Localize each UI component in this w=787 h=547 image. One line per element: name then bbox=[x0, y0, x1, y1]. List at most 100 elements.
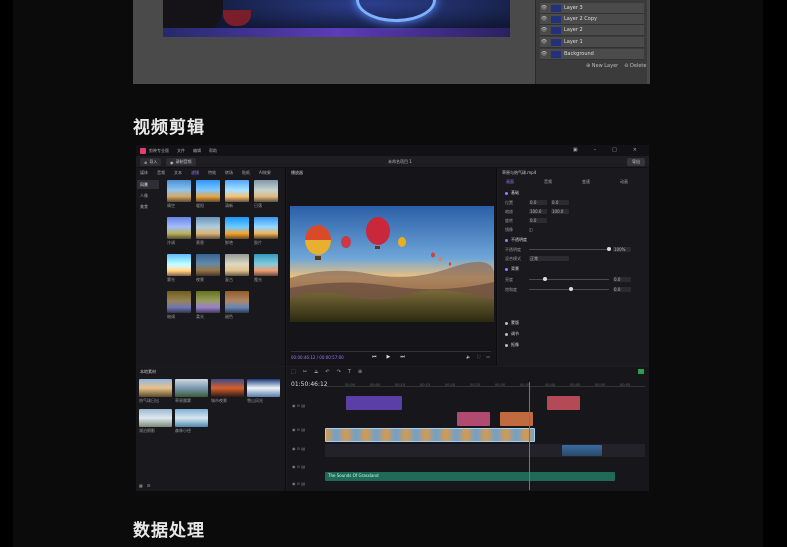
menu-edit[interactable]: 编辑 bbox=[193, 148, 201, 154]
track-controls[interactable]: ◉ ⊙ ▤ bbox=[292, 427, 305, 432]
select-icon[interactable]: ⬚ bbox=[291, 369, 296, 375]
library-item[interactable]: 森林小径 bbox=[175, 409, 208, 434]
new-layer-button[interactable]: ⊕ New Layer bbox=[586, 63, 618, 69]
saturation-value[interactable]: 0.0 bbox=[613, 287, 631, 292]
layer-row[interactable]: 👁 Layer 2 Copy bbox=[540, 14, 644, 25]
brightness-value[interactable]: 0.0 bbox=[613, 277, 631, 282]
library-item[interactable]: 雪山风光 bbox=[247, 379, 280, 404]
filter-item[interactable]: 冷调 bbox=[167, 217, 191, 246]
player-scrubber[interactable] bbox=[291, 351, 491, 352]
mirror-icon[interactable]: ◫ bbox=[529, 227, 533, 232]
tab-text[interactable]: 文本 bbox=[174, 170, 182, 176]
prop-y-field[interactable]: 0.0 bbox=[551, 200, 569, 205]
filter-item[interactable]: 霞光 bbox=[254, 254, 278, 283]
eye-icon[interactable]: 👁 bbox=[540, 51, 548, 57]
filter-item[interactable]: 胶片 bbox=[254, 217, 278, 246]
library-item[interactable]: 湖泊倒影 bbox=[139, 409, 172, 434]
fullscreen-icon[interactable]: ⛶ bbox=[477, 354, 480, 359]
filter-item[interactable]: 褪色 bbox=[225, 291, 249, 320]
prev-frame-icon[interactable]: ⏮ bbox=[372, 354, 377, 360]
tab-media[interactable]: 媒体 bbox=[140, 170, 148, 176]
eye-icon[interactable]: 👁 bbox=[540, 5, 548, 11]
layout-icon[interactable]: ▣ bbox=[573, 147, 578, 153]
track-controls[interactable]: ◉ ⊙ ▤ bbox=[292, 446, 305, 451]
library-item[interactable]: 城市夜景 bbox=[211, 379, 244, 404]
import-button[interactable]: ⊕ 导入 bbox=[140, 158, 162, 166]
menu-file[interactable]: 文件 bbox=[177, 148, 185, 154]
grid-view-icon[interactable]: ▦ bbox=[139, 483, 143, 488]
category-item[interactable]: 人像 bbox=[137, 191, 159, 200]
track-controls[interactable]: ◉ ⊙ ▤ bbox=[292, 464, 305, 469]
slider-knob[interactable] bbox=[543, 277, 547, 281]
tab-ai-effects[interactable]: AI效果 bbox=[259, 170, 271, 176]
library-item[interactable]: 热气球日出 bbox=[139, 379, 172, 404]
volume-icon[interactable]: 🔈 bbox=[466, 354, 471, 359]
tab-picture[interactable]: 画面 bbox=[506, 179, 514, 185]
section-mask[interactable]: 蒙版 bbox=[505, 320, 519, 326]
playhead[interactable] bbox=[529, 382, 530, 490]
filter-item[interactable]: 暗调 bbox=[167, 291, 191, 320]
filter-item[interactable]: 日落 bbox=[254, 180, 278, 209]
prop-y-field[interactable]: 100.0 bbox=[551, 209, 569, 214]
category-item[interactable]: 风景 bbox=[137, 180, 159, 189]
filter-item[interactable]: 晴空 bbox=[167, 180, 191, 209]
tab-transitions[interactable]: 转场 bbox=[225, 170, 233, 176]
track-controls[interactable]: ◉ ⊙ ▤ bbox=[292, 481, 305, 486]
category-item[interactable]: 美食 bbox=[137, 202, 159, 211]
video-clip-main[interactable] bbox=[325, 428, 535, 442]
record-audio-button[interactable]: ◉ 录制音频 bbox=[166, 158, 196, 166]
tab-audio-props[interactable]: 音频 bbox=[544, 179, 552, 185]
filter-item[interactable]: 雾光 bbox=[167, 254, 191, 283]
split-icon[interactable]: ✂ bbox=[303, 369, 307, 375]
close-icon[interactable]: × bbox=[633, 147, 637, 153]
timeline-ruler[interactable]: 00:00 00:05 00:10 00:15 00:20 00:25 00:3… bbox=[325, 383, 645, 387]
undo-icon[interactable]: ↶ bbox=[325, 369, 329, 375]
filter-item[interactable]: 黄昏 bbox=[196, 217, 220, 246]
section-background[interactable]: 背景 bbox=[505, 266, 519, 272]
sticker-clip[interactable] bbox=[547, 396, 580, 410]
layer-row[interactable]: 👁 Background bbox=[540, 49, 644, 60]
menu-help[interactable]: 帮助 bbox=[209, 148, 217, 154]
tab-stickers[interactable]: 贴纸 bbox=[242, 170, 250, 176]
tab-animation[interactable]: 动画 bbox=[620, 179, 628, 185]
audio-clip[interactable]: The Sounds Of Grassland bbox=[325, 472, 615, 481]
filter-item[interactable]: 夜景 bbox=[196, 254, 220, 283]
redo-icon[interactable]: ↷ bbox=[337, 369, 341, 375]
eye-icon[interactable]: 👁 bbox=[540, 39, 548, 45]
delete-layer-button[interactable]: ⊖ Delete bbox=[624, 63, 646, 69]
magnet-icon[interactable]: ⟁ bbox=[314, 369, 318, 375]
saturation-slider[interactable] bbox=[529, 287, 609, 291]
prop-x-field[interactable]: 0.0 bbox=[529, 200, 547, 205]
effect-clip[interactable] bbox=[457, 412, 490, 426]
filter-item[interactable]: 鲜艳 bbox=[225, 217, 249, 246]
next-frame-icon[interactable]: ⏭ bbox=[400, 354, 405, 360]
section-adjust[interactable]: 调节 bbox=[505, 331, 519, 337]
section-keying[interactable]: 抠像 bbox=[505, 342, 519, 348]
layer-row[interactable]: 👁 Layer 2 bbox=[540, 25, 644, 36]
filter-item[interactable]: 暖阳 bbox=[196, 180, 220, 209]
ratio-icon[interactable]: ▭ bbox=[486, 354, 490, 359]
library-item[interactable]: 草原晨雾 bbox=[175, 379, 208, 404]
track-controls[interactable]: ◉ ⊙ ▤ bbox=[292, 403, 305, 408]
opacity-slider[interactable] bbox=[529, 247, 611, 251]
export-button[interactable]: 导出 bbox=[627, 158, 645, 166]
eye-icon[interactable]: 👁 bbox=[540, 27, 548, 33]
list-view-icon[interactable]: ☰ bbox=[147, 483, 151, 488]
tab-filters[interactable]: 滤镜 bbox=[191, 170, 199, 176]
eye-icon[interactable]: 👁 bbox=[540, 16, 548, 22]
filter-item[interactable]: 清新 bbox=[225, 180, 249, 209]
opacity-value[interactable]: 100% bbox=[613, 247, 631, 252]
filter-item[interactable]: 复古 bbox=[225, 254, 249, 283]
tab-speed[interactable]: 变速 bbox=[582, 179, 590, 185]
text-icon[interactable]: T bbox=[348, 369, 351, 375]
layer-row[interactable]: 👁 Layer 1 bbox=[540, 37, 644, 48]
section-opacity[interactable]: 不透明度 bbox=[505, 237, 527, 243]
tab-audio[interactable]: 音频 bbox=[157, 170, 165, 176]
video-clip-secondary[interactable] bbox=[562, 445, 602, 456]
maximize-icon[interactable]: □ bbox=[612, 147, 617, 153]
slider-knob[interactable] bbox=[607, 247, 611, 251]
play-icon[interactable]: ▶ bbox=[387, 354, 391, 360]
filter-item[interactable]: 柔光 bbox=[196, 291, 220, 320]
section-basic[interactable]: 基础 bbox=[505, 190, 519, 196]
video-preview[interactable] bbox=[290, 206, 494, 322]
